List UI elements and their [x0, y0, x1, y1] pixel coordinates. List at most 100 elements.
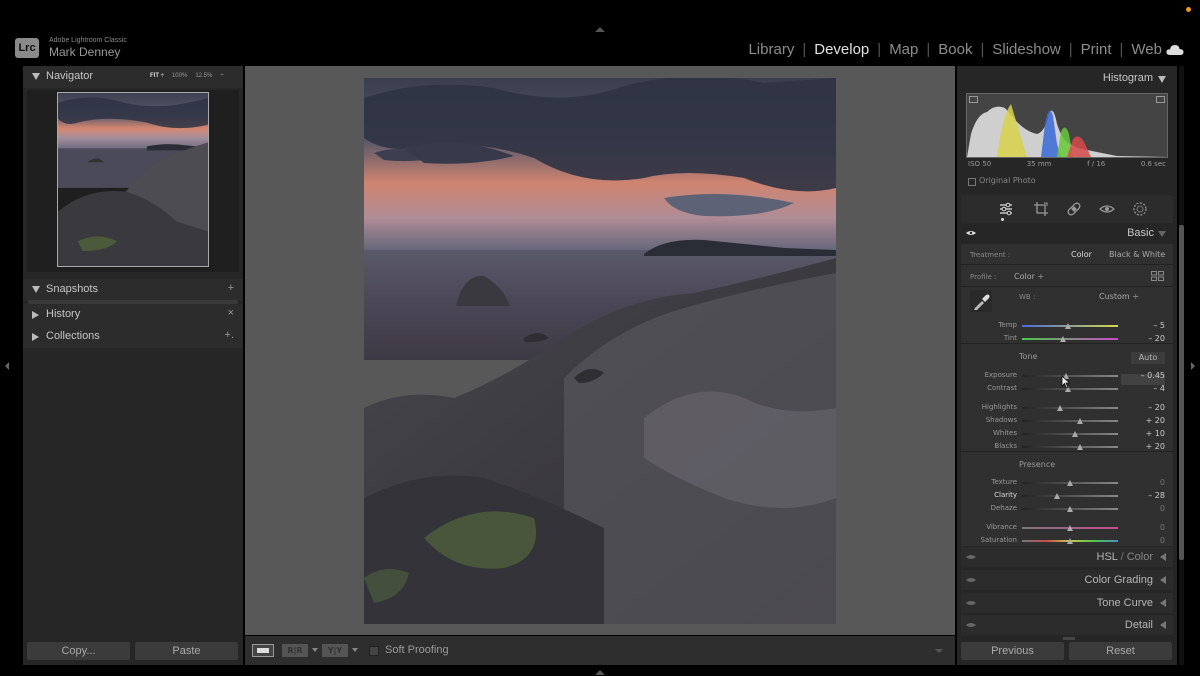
tint-slider-track[interactable] — [1022, 338, 1118, 340]
texture-value[interactable]: 0 — [1121, 478, 1165, 487]
reset-button[interactable]: Reset — [1069, 642, 1172, 660]
expand-triangle-icon[interactable] — [1160, 576, 1166, 584]
healing-icon[interactable] — [1066, 201, 1082, 217]
right-panel-toggle-arrow[interactable] — [1191, 362, 1195, 370]
top-panel-toggle-arrow[interactable] — [595, 27, 605, 32]
chevron-down-icon[interactable] — [312, 648, 318, 652]
eyedropper-icon[interactable] — [970, 290, 992, 312]
dehaze-slider-thumb[interactable] — [1067, 506, 1073, 512]
profile-browser-icon[interactable] — [1151, 271, 1164, 281]
eye-icon[interactable] — [966, 577, 976, 583]
zoom-fit[interactable]: FIT ÷ — [150, 73, 164, 79]
toolbar-menu-arrow-icon[interactable] — [935, 649, 943, 653]
module-library[interactable]: Library — [748, 41, 794, 58]
red-eye-icon[interactable] — [1099, 201, 1115, 217]
whites-value[interactable]: + 10 — [1121, 429, 1165, 438]
module-develop[interactable]: Develop — [814, 41, 869, 58]
right-panel-scrollbar[interactable] — [1179, 225, 1184, 560]
module-slideshow[interactable]: Slideshow — [992, 41, 1060, 58]
highlights-value[interactable]: – 20 — [1121, 403, 1165, 412]
color-grading-panel-header[interactable]: Color Grading — [961, 570, 1173, 590]
auto-tone-button[interactable]: Auto — [1131, 352, 1165, 364]
cloud-icon[interactable] — [1166, 44, 1184, 56]
shadows-slider-thumb[interactable] — [1076, 418, 1083, 424]
dehaze-value[interactable]: 0 — [1121, 504, 1165, 513]
loupe-view-icon[interactable] — [252, 644, 274, 657]
navigator-header[interactable]: Navigator FIT ÷ 100% 12.5% ÷ — [23, 66, 243, 88]
shadows-value[interactable]: + 20 — [1121, 416, 1165, 425]
eye-icon[interactable] — [966, 230, 976, 236]
blacks-slider-thumb[interactable] — [1076, 444, 1083, 450]
histogram-graph[interactable] — [966, 93, 1168, 158]
original-photo-checkbox[interactable] — [968, 178, 976, 186]
shadow-clipping-icon[interactable] — [969, 96, 978, 103]
chevron-down-icon[interactable] — [352, 648, 358, 652]
paste-button[interactable]: Paste — [135, 642, 238, 660]
module-web[interactable]: Web — [1131, 41, 1162, 58]
collections-header[interactable]: Collections +. — [23, 326, 243, 348]
module-map[interactable]: Map — [889, 41, 918, 58]
wb-select[interactable]: Custom ÷ — [1099, 292, 1139, 301]
expand-triangle-icon[interactable] — [1160, 621, 1166, 629]
clarity-slider-thumb[interactable] — [1053, 493, 1060, 499]
masking-icon[interactable] — [1132, 201, 1148, 217]
zoom-12-5[interactable]: 12.5% — [195, 73, 212, 79]
crop-icon[interactable] — [1033, 201, 1049, 217]
before-after-icon[interactable]: R|R — [282, 644, 308, 657]
module-print[interactable]: Print — [1081, 41, 1112, 58]
texture-slider-thumb[interactable] — [1067, 480, 1073, 486]
vibrance-slider-thumb[interactable] — [1067, 525, 1073, 531]
basic-panel-header[interactable]: Basic — [961, 224, 1173, 243]
eye-icon[interactable] — [966, 622, 976, 628]
collapse-triangle-icon[interactable] — [1158, 76, 1166, 83]
sliders-icon[interactable] — [998, 201, 1014, 217]
highlights-slider-thumb[interactable] — [1057, 405, 1064, 411]
clarity-slider-track[interactable] — [1022, 495, 1118, 497]
exposure-value[interactable]: – 0.45 — [1121, 371, 1165, 380]
soft-proofing-checkbox[interactable] — [369, 646, 379, 656]
hsl-color-panel-header[interactable]: HSL / Color — [961, 547, 1173, 567]
whites-slider-track[interactable] — [1022, 433, 1118, 435]
saturation-slider-thumb[interactable] — [1067, 538, 1073, 544]
collapse-triangle-icon[interactable] — [1158, 231, 1166, 237]
vibrance-value[interactable]: 0 — [1121, 523, 1165, 532]
highlights-slider-track[interactable] — [1022, 407, 1118, 409]
tone-curve-panel-header[interactable]: Tone Curve — [961, 593, 1173, 613]
before-after-swap-icon[interactable]: Y|Y — [322, 644, 348, 657]
expand-triangle-icon[interactable] — [1160, 553, 1166, 561]
treatment-color-option[interactable]: Color — [1071, 250, 1092, 259]
temp-slider-thumb[interactable] — [1065, 323, 1072, 329]
detail-panel-header[interactable]: Detail — [961, 615, 1173, 635]
blacks-slider-track[interactable] — [1022, 446, 1118, 448]
clear-history-icon[interactable]: × — [228, 307, 234, 319]
temp-value[interactable]: – 5 — [1121, 321, 1165, 330]
eye-icon[interactable] — [966, 600, 976, 606]
filmstrip-toggle-arrow[interactable] — [595, 670, 605, 675]
eye-icon[interactable] — [966, 554, 976, 560]
copy-button[interactable]: Copy... — [27, 642, 130, 660]
photo-preview[interactable] — [364, 78, 836, 624]
expand-triangle-icon[interactable] — [1160, 599, 1166, 607]
clarity-value[interactable]: – 28 — [1121, 491, 1165, 500]
contrast-value[interactable]: – 4 — [1121, 384, 1165, 393]
histogram-title[interactable]: Histogram — [1103, 72, 1153, 84]
whites-slider-thumb[interactable] — [1071, 431, 1078, 437]
shadows-slider-track[interactable] — [1022, 420, 1118, 422]
zoom-100[interactable]: 100% — [172, 73, 187, 79]
navigator-thumbnail[interactable] — [57, 92, 209, 267]
module-book[interactable]: Book — [938, 41, 972, 58]
treatment-bw-option[interactable]: Black & White — [1109, 250, 1165, 259]
blacks-value[interactable]: + 20 — [1121, 442, 1165, 451]
left-panel-toggle-arrow[interactable] — [5, 362, 9, 370]
add-collection-icon[interactable]: +. — [225, 329, 234, 341]
tint-slider-thumb[interactable] — [1060, 336, 1067, 342]
history-header[interactable]: History × — [23, 304, 243, 326]
tint-value[interactable]: – 20 — [1121, 334, 1165, 343]
snapshots-header[interactable]: Snapshots + — [23, 279, 243, 301]
previous-button[interactable]: Previous — [961, 642, 1064, 660]
saturation-value[interactable]: 0 — [1121, 536, 1165, 545]
add-snapshot-icon[interactable]: + — [228, 282, 234, 294]
zoom-more[interactable]: ÷ — [220, 73, 223, 79]
profile-select[interactable]: Color ÷ — [1014, 272, 1044, 281]
highlight-clipping-icon[interactable] — [1156, 96, 1165, 103]
